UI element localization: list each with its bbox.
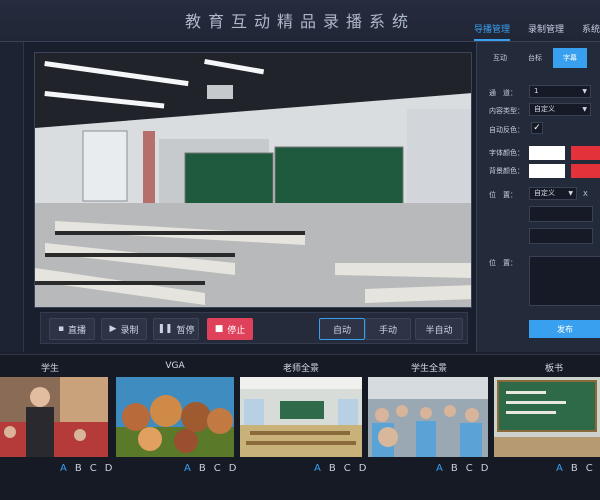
pause-icon: ❚❚ bbox=[157, 324, 173, 334]
position-label: 位 置： bbox=[489, 191, 517, 199]
source-a[interactable]: A bbox=[556, 463, 563, 474]
font-color-white-swatch[interactable] bbox=[529, 146, 565, 160]
top-nav: 导播管理 录制管理 系统 bbox=[473, 22, 600, 41]
student-panorama-image bbox=[368, 377, 488, 457]
thumb-student-panorama-sources: A B C D bbox=[436, 463, 488, 474]
thumb-teacher-panorama-sources: A B C D bbox=[314, 463, 366, 474]
stop-icon: ■ bbox=[214, 324, 224, 334]
top-bar: 教育互动精品录播系统 导播管理 录制管理 系统 bbox=[0, 0, 600, 42]
source-a[interactable]: A bbox=[184, 463, 191, 474]
source-c[interactable]: C bbox=[344, 463, 351, 474]
main-preview bbox=[34, 52, 472, 308]
auto-mode-button[interactable]: 自动 bbox=[319, 318, 365, 340]
content-type-label: 内容类型： bbox=[489, 107, 524, 115]
thumb-student[interactable] bbox=[0, 377, 108, 457]
source-a[interactable]: A bbox=[436, 463, 443, 474]
thumb-title-teacher-panorama: 老师全景 bbox=[282, 364, 319, 374]
source-b[interactable]: B bbox=[571, 463, 578, 474]
position-select[interactable]: 自定义 ▼ bbox=[529, 187, 577, 200]
bg-color-red-swatch[interactable] bbox=[571, 164, 600, 178]
control-bar: ▪ 直播 ▶ 录制 ❚❚ 暂停 ■ 停止 自动 手动 半自动 bbox=[40, 312, 468, 344]
bg-color-label: 背景颜色： bbox=[489, 167, 524, 175]
nav-recording[interactable]: 录制管理 bbox=[528, 22, 564, 41]
thumb-title-student-panorama: 学生全景 bbox=[410, 364, 447, 374]
semi-auto-mode-button[interactable]: 半自动 bbox=[415, 318, 463, 340]
blackboard-image bbox=[494, 377, 600, 457]
tab-logo[interactable]: 台标 bbox=[518, 48, 552, 68]
source-d[interactable]: D bbox=[229, 463, 237, 474]
tab-subtitle[interactable]: 字幕 bbox=[553, 48, 587, 68]
source-d[interactable]: D bbox=[105, 463, 113, 474]
source-a[interactable]: A bbox=[314, 463, 321, 474]
source-b[interactable]: B bbox=[199, 463, 206, 474]
camera-thumbnails: 学生 A B C D VGA A B C D 老师全景 A B C D 学生全景… bbox=[0, 354, 600, 500]
thumb-blackboard-sources: A B C D bbox=[556, 463, 600, 474]
source-c[interactable]: C bbox=[586, 463, 593, 474]
chevron-down-icon: ▼ bbox=[582, 88, 587, 95]
x-label: X bbox=[583, 190, 588, 198]
thumb-vga[interactable] bbox=[116, 377, 234, 457]
source-d[interactable]: D bbox=[359, 463, 367, 474]
nav-director[interactable]: 导播管理 bbox=[473, 22, 510, 41]
subtitle-settings-panel: 互动 台标 字幕 通 道： 1 ▼ 内容类型： 自定义 ▼ 自动反色： ✓ 字体颜色… bbox=[476, 42, 600, 352]
thumb-title-blackboard: 板书 bbox=[544, 364, 563, 374]
font-color-label: 字体颜色： bbox=[489, 149, 524, 157]
vga-image bbox=[116, 377, 234, 457]
position-x-input[interactable] bbox=[529, 206, 593, 222]
content-type-select[interactable]: 自定义 ▼ bbox=[529, 103, 591, 116]
thumb-title-vga: VGA bbox=[165, 361, 185, 371]
play-icon: ▶ bbox=[109, 324, 117, 334]
camera-icon: ▪ bbox=[57, 324, 65, 334]
auto-invert-checkbox[interactable]: ✓ bbox=[531, 122, 543, 134]
font-color-red-swatch[interactable] bbox=[571, 146, 600, 160]
student-camera-image bbox=[0, 377, 108, 457]
subtitle-text-area[interactable] bbox=[529, 256, 600, 306]
chevron-down-icon: ▼ bbox=[568, 190, 573, 197]
stop-button[interactable]: ■ 停止 bbox=[207, 318, 253, 340]
publish-button[interactable]: 发布 bbox=[529, 320, 600, 338]
source-b[interactable]: B bbox=[451, 463, 458, 474]
thumb-student-panorama[interactable] bbox=[368, 377, 488, 457]
position-y-input[interactable] bbox=[529, 228, 593, 244]
text-label: 位 置： bbox=[489, 259, 517, 267]
chevron-down-icon: ▼ bbox=[582, 106, 587, 113]
source-c[interactable]: C bbox=[214, 463, 221, 474]
thumb-teacher-panorama[interactable] bbox=[240, 377, 362, 457]
source-a[interactable]: A bbox=[60, 463, 67, 474]
thumb-vga-sources: A B C D bbox=[184, 463, 236, 474]
nav-system[interactable]: 系统 bbox=[582, 22, 600, 41]
pause-button[interactable]: ❚❚ 暂停 bbox=[153, 318, 199, 340]
source-c[interactable]: C bbox=[90, 463, 97, 474]
thumb-title-student: 学生 bbox=[40, 364, 59, 374]
live-button[interactable]: ▪ 直播 bbox=[49, 318, 95, 340]
left-strip bbox=[0, 42, 24, 352]
classroom-preview-image bbox=[35, 53, 471, 307]
channel-select[interactable]: 1 ▼ bbox=[529, 85, 591, 98]
source-c[interactable]: C bbox=[466, 463, 473, 474]
channel-label: 通 道： bbox=[489, 89, 517, 97]
manual-mode-button[interactable]: 手动 bbox=[365, 318, 411, 340]
side-tabs: 互动 台标 字幕 bbox=[483, 48, 588, 68]
bg-color-white-swatch[interactable] bbox=[529, 164, 565, 178]
source-b[interactable]: B bbox=[75, 463, 82, 474]
tab-interaction[interactable]: 互动 bbox=[483, 48, 517, 68]
source-b[interactable]: B bbox=[329, 463, 336, 474]
record-button[interactable]: ▶ 录制 bbox=[101, 318, 147, 340]
source-d[interactable]: D bbox=[481, 463, 489, 474]
auto-invert-label: 自动反色： bbox=[489, 126, 524, 134]
teacher-panorama-image bbox=[240, 377, 362, 457]
thumb-blackboard[interactable] bbox=[494, 377, 600, 457]
thumb-student-sources: A B C D bbox=[60, 463, 112, 474]
